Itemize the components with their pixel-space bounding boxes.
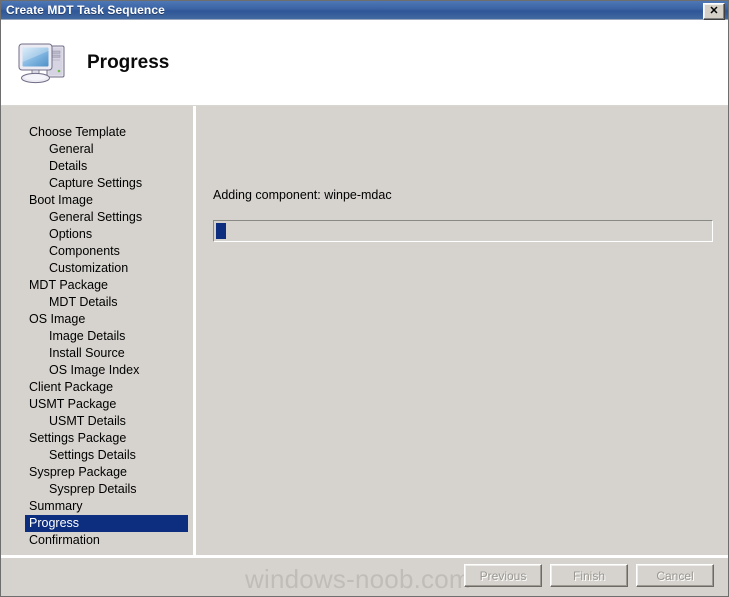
- sidebar-item-image-details[interactable]: Image Details: [45, 328, 188, 345]
- progress-status-text: Adding component: winpe-mdac: [213, 188, 392, 202]
- sidebar-item-general-settings[interactable]: General Settings: [45, 209, 188, 226]
- sidebar-item-settings-package[interactable]: Settings Package: [25, 430, 188, 447]
- sidebar-item-general[interactable]: General: [45, 141, 188, 158]
- dialog-footer: windows-noob.com Previous Finish Cancel: [1, 555, 728, 596]
- computer-icon: [15, 37, 73, 89]
- cancel-button: Cancel: [636, 564, 714, 587]
- progress-bar: [213, 220, 713, 242]
- progress-bar-fill: [216, 223, 226, 239]
- sidebar-item-os-image-index[interactable]: OS Image Index: [45, 362, 188, 379]
- sidebar-item-confirmation[interactable]: Confirmation: [25, 532, 188, 549]
- wizard-button-row: Previous Finish Cancel: [464, 564, 714, 587]
- sidebar-item-boot-image[interactable]: Boot Image: [25, 192, 188, 209]
- sidebar-item-usmt-details[interactable]: USMT Details: [45, 413, 188, 430]
- sidebar-item-summary[interactable]: Summary: [25, 498, 188, 515]
- close-icon[interactable]: ✕: [703, 3, 725, 20]
- sidebar-item-capture-settings[interactable]: Capture Settings: [45, 175, 188, 192]
- dialog-header: Progress: [1, 20, 728, 106]
- sidebar-item-details[interactable]: Details: [45, 158, 188, 175]
- page-title: Progress: [87, 51, 170, 73]
- sidebar-item-components[interactable]: Components: [45, 243, 188, 260]
- sidebar-item-install-source[interactable]: Install Source: [45, 345, 188, 362]
- finish-button: Finish: [550, 564, 628, 587]
- sidebar-item-client-package[interactable]: Client Package: [25, 379, 188, 396]
- sidebar-item-mdt-details[interactable]: MDT Details: [45, 294, 188, 311]
- wizard-step-list: Choose Template General Details Capture Set…: [1, 124, 192, 549]
- sidebar-item-sysprep-package[interactable]: Sysprep Package: [25, 464, 188, 481]
- title-bar: Create MDT Task Sequence ✕: [1, 1, 728, 20]
- sidebar-item-progress[interactable]: Progress: [25, 515, 188, 532]
- sidebar-item-sysprep-details[interactable]: Sysprep Details: [45, 481, 188, 498]
- sidebar-item-choose-template[interactable]: Choose Template: [25, 124, 188, 141]
- sidebar-item-options[interactable]: Options: [45, 226, 188, 243]
- dialog-window: Create MDT Task Sequence ✕ Progress Choo…: [0, 0, 729, 597]
- wizard-step-nav: Choose Template General Details Capture Set…: [1, 106, 192, 555]
- sidebar-item-settings-details[interactable]: Settings Details: [45, 447, 188, 464]
- sidebar-item-customization[interactable]: Customization: [45, 260, 188, 277]
- dialog-body: Choose Template General Details Capture Set…: [1, 106, 728, 555]
- watermark-text: windows-noob.com: [245, 564, 471, 594]
- main-content: Adding component: winpe-mdac: [196, 106, 728, 555]
- window-title: Create MDT Task Sequence: [6, 3, 165, 17]
- sidebar-item-mdt-package[interactable]: MDT Package: [25, 277, 188, 294]
- sidebar-item-os-image[interactable]: OS Image: [25, 311, 188, 328]
- sidebar-item-usmt-package[interactable]: USMT Package: [25, 396, 188, 413]
- previous-button: Previous: [464, 564, 542, 587]
